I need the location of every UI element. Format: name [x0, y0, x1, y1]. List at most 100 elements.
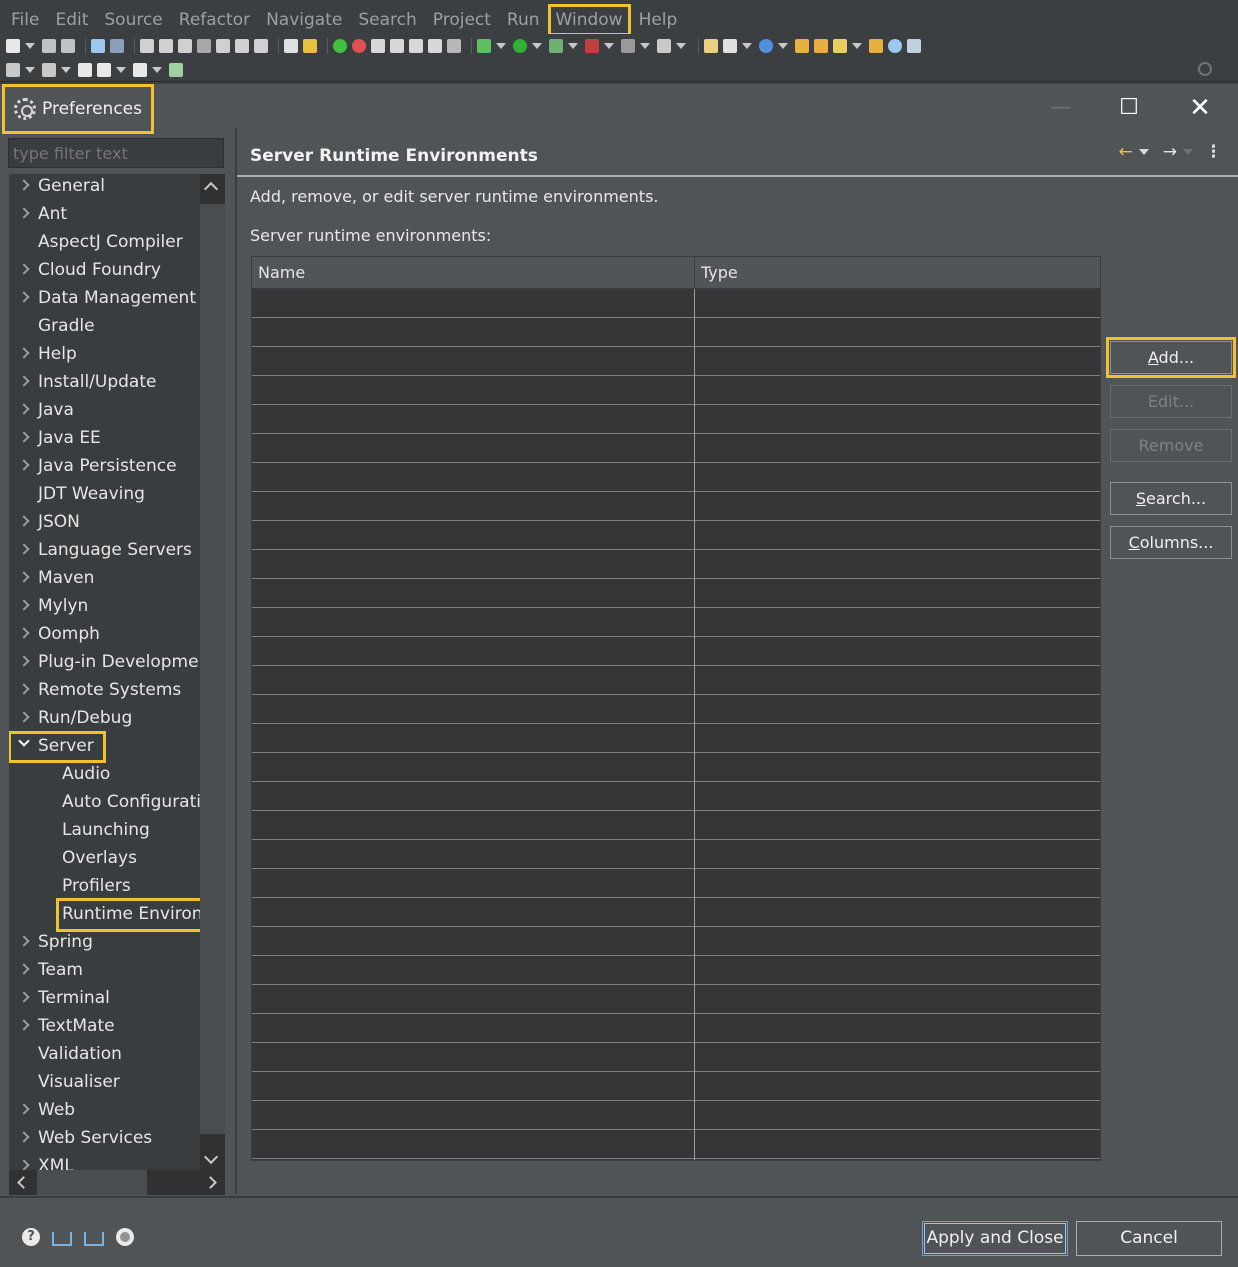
- tree-item[interactable]: Java Persistence: [9, 452, 201, 480]
- toggle-mark-occurrences-icon[interactable]: [371, 39, 385, 53]
- new-dropdown-icon[interactable]: [25, 43, 35, 49]
- use-step-filters-icon[interactable]: [303, 39, 317, 53]
- step-return-icon[interactable]: [254, 39, 268, 53]
- new-java-project-icon[interactable]: [704, 39, 718, 53]
- tree-item[interactable]: Language Servers: [9, 536, 201, 564]
- chevron-right-icon[interactable]: [18, 179, 30, 191]
- chevron-right-icon[interactable]: [18, 571, 30, 583]
- table-row[interactable]: [252, 405, 1100, 434]
- brush-dropdown-icon[interactable]: [852, 43, 862, 49]
- tree-item[interactable]: AspectJ Compiler: [9, 228, 201, 256]
- chevron-right-icon[interactable]: [18, 991, 30, 1003]
- last-edit-icon[interactable]: [78, 62, 92, 77]
- table-row[interactable]: [252, 956, 1100, 985]
- tree-item[interactable]: Cloud Foundry: [9, 256, 201, 284]
- run-icon[interactable]: [513, 39, 527, 53]
- new-class-icon[interactable]: [759, 39, 773, 53]
- tree-horizontal-scrollbar[interactable]: [9, 1170, 225, 1195]
- word-wrap-icon[interactable]: [409, 39, 423, 53]
- filter-input[interactable]: [8, 138, 224, 168]
- chevron-right-icon[interactable]: [18, 655, 30, 667]
- tree-item[interactable]: Profilers: [9, 872, 201, 900]
- runtime-environments-table[interactable]: Name Type: [251, 256, 1101, 1161]
- tree-item[interactable]: TextMate: [9, 1012, 201, 1040]
- back-history-dropdown-icon[interactable]: [1138, 149, 1149, 155]
- tree-item[interactable]: Server: [9, 731, 201, 763]
- tree-item[interactable]: Install/Update: [9, 368, 201, 396]
- open-perspective-icon[interactable]: [169, 62, 183, 77]
- tree-item[interactable]: Help: [9, 340, 201, 368]
- tree-item[interactable]: Run/Debug: [9, 704, 201, 732]
- close-button[interactable]: ✕: [1184, 92, 1216, 124]
- table-row[interactable]: [252, 376, 1100, 405]
- table-row[interactable]: [252, 289, 1100, 318]
- table-row[interactable]: [252, 1072, 1100, 1101]
- chevron-right-icon[interactable]: [18, 935, 30, 947]
- forward-dropdown-icon[interactable]: [152, 66, 162, 73]
- maximize-button[interactable]: ☐: [1113, 92, 1145, 124]
- show-whitespace-icon[interactable]: [428, 39, 442, 53]
- skip-breakpoints-icon[interactable]: [110, 39, 124, 53]
- table-row[interactable]: [252, 753, 1100, 782]
- step-into-icon[interactable]: [216, 39, 230, 53]
- scrollbar-thumb[interactable]: [200, 204, 225, 1134]
- table-row[interactable]: [252, 666, 1100, 695]
- menu-search[interactable]: Search: [351, 5, 423, 35]
- tree-item[interactable]: Ant: [9, 200, 201, 228]
- deploy-icon[interactable]: [657, 39, 671, 53]
- save-all-icon[interactable]: [61, 39, 75, 53]
- menu-file[interactable]: File: [4, 5, 46, 35]
- tree-item[interactable]: Team: [9, 956, 201, 984]
- menu-help[interactable]: Help: [632, 5, 685, 35]
- chevron-right-icon[interactable]: [18, 291, 30, 303]
- table-row[interactable]: [252, 985, 1100, 1014]
- chevron-right-icon[interactable]: [18, 375, 30, 387]
- stop-icon[interactable]: [621, 39, 635, 53]
- menu-edit[interactable]: Edit: [48, 5, 95, 35]
- chevron-right-icon[interactable]: [18, 207, 30, 219]
- tree-item[interactable]: Launching: [9, 816, 201, 844]
- pilcrow-icon[interactable]: [447, 39, 461, 53]
- tree-item[interactable]: Gradle: [9, 312, 201, 340]
- run-dropdown-icon[interactable]: [532, 43, 542, 49]
- chevron-right-icon[interactable]: [18, 459, 30, 471]
- back-icon[interactable]: [97, 62, 111, 77]
- tree-item[interactable]: Auto Configuratic: [9, 788, 201, 816]
- forward-arrow-icon[interactable]: →: [1163, 142, 1177, 162]
- annotation-dropdown-icon[interactable]: [25, 66, 35, 73]
- tree-item[interactable]: Remote Systems: [9, 676, 201, 704]
- tree-item[interactable]: Runtime Environr: [9, 898, 201, 932]
- server-start-icon[interactable]: [333, 39, 347, 53]
- chevron-right-icon[interactable]: [18, 627, 30, 639]
- column-header-name[interactable]: Name: [252, 257, 695, 289]
- menu-refactor[interactable]: Refactor: [172, 5, 257, 35]
- table-row[interactable]: [252, 1014, 1100, 1043]
- search-button[interactable]: Search...: [1110, 482, 1232, 515]
- scrollbar-thumb[interactable]: [37, 1170, 147, 1195]
- globe-icon[interactable]: [888, 39, 902, 53]
- menu-window[interactable]: Window: [547, 4, 631, 36]
- chevron-right-icon[interactable]: [18, 599, 30, 611]
- tree-item[interactable]: Plug-in Developmer: [9, 648, 201, 676]
- column-header-type[interactable]: Type: [695, 257, 1100, 289]
- tree-item[interactable]: JDT Weaving: [9, 480, 201, 508]
- tree-item[interactable]: Web Services: [9, 1124, 201, 1152]
- next-annotation-dropdown-icon[interactable]: [61, 66, 71, 73]
- open-task-icon[interactable]: [814, 39, 828, 53]
- new-class-dropdown-icon[interactable]: [778, 43, 788, 49]
- tree-item[interactable]: Spring: [9, 928, 201, 956]
- table-row[interactable]: [252, 434, 1100, 463]
- tree-vertical-scrollbar[interactable]: [200, 174, 225, 1176]
- step-over-icon[interactable]: [235, 39, 249, 53]
- chevron-right-icon[interactable]: [18, 263, 30, 275]
- table-row[interactable]: [252, 695, 1100, 724]
- table-row[interactable]: [252, 840, 1100, 869]
- minimize-button[interactable]: —: [1045, 92, 1077, 124]
- tree-item[interactable]: Oomph: [9, 620, 201, 648]
- table-row[interactable]: [252, 318, 1100, 347]
- chevron-right-icon[interactable]: [18, 515, 30, 527]
- tree-item[interactable]: Web: [9, 1096, 201, 1124]
- debug-icon[interactable]: [477, 39, 491, 53]
- remove-button[interactable]: Remove: [1110, 429, 1232, 462]
- add-button[interactable]: Add...: [1106, 337, 1236, 378]
